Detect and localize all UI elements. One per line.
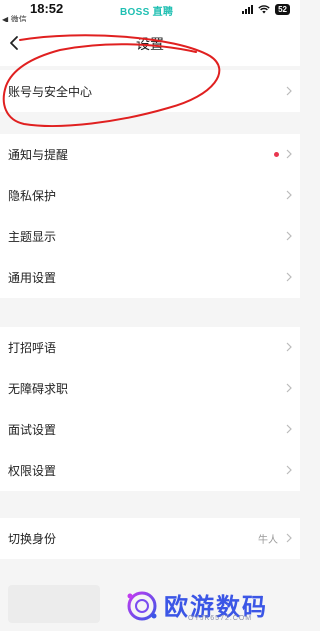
chevron-right-icon [286, 190, 292, 200]
identity-value: 牛人 [258, 535, 278, 546]
row-label: 通用设置 [8, 271, 57, 285]
settings-group-general: 通知与提醒 隐私保护 主题显示 通用设置 [0, 134, 300, 298]
row-general-settings[interactable]: 通用设置 [0, 257, 300, 298]
settings-group-jobseek: 打招呼语 无障碍求职 面试设置 权限设置 [0, 327, 300, 491]
chevron-right-icon [286, 465, 292, 475]
row-label: 通知与提醒 [8, 148, 69, 162]
status-carrier: BOSS 直聘 [120, 7, 174, 18]
nav-header: 设置 [0, 22, 300, 66]
settings-group-account: 账号与安全中心 [0, 70, 300, 112]
row-label: 主题显示 [8, 230, 57, 244]
row-theme[interactable]: 主题显示 [0, 216, 300, 257]
battery-icon: 52 [275, 4, 290, 15]
row-interview-settings[interactable]: 面试设置 [0, 409, 300, 450]
row-label: 无障碍求职 [8, 382, 69, 396]
chevron-right-icon [286, 149, 292, 159]
row-label: 打招呼语 [8, 341, 57, 355]
row-permissions[interactable]: 权限设置 [0, 450, 300, 491]
row-accessibility[interactable]: 无障碍求职 [0, 368, 300, 409]
wifi-icon [258, 5, 270, 14]
row-label: 隐私保护 [8, 189, 57, 203]
signal-icon [242, 5, 254, 14]
chevron-right-icon [286, 342, 292, 352]
watermark: 欧游数码 OYJK6572.COM [124, 586, 284, 628]
status-icons: 52 [242, 4, 290, 15]
row-privacy[interactable]: 隐私保护 [0, 175, 300, 216]
chevron-right-icon [286, 424, 292, 434]
chevron-right-icon [286, 533, 292, 543]
row-switch-identity[interactable]: 切换身份 牛人 [0, 518, 300, 559]
status-bar: 18:52 BOSS 直聘 ◀ 微信 52 [0, 0, 300, 24]
watermark-url: OYJK6572.COM [188, 615, 253, 622]
bottom-placeholder [8, 585, 100, 623]
row-label: 切换身份 [8, 532, 57, 546]
notification-dot [274, 152, 279, 157]
row-account-security[interactable]: 账号与安全中心 [0, 70, 300, 112]
status-time: 18:52 [30, 1, 64, 16]
row-notifications[interactable]: 通知与提醒 [0, 134, 300, 175]
row-label: 账号与安全中心 [8, 84, 93, 99]
chevron-right-icon [286, 86, 292, 96]
page-title: 设置 [136, 37, 164, 53]
row-label: 面试设置 [8, 423, 57, 437]
settings-group-identity: 切换身份 牛人 [0, 518, 300, 559]
chevron-right-icon [286, 231, 292, 241]
chevron-right-icon [286, 272, 292, 282]
watermark-logo-icon [127, 591, 157, 621]
chevron-right-icon [286, 383, 292, 393]
row-greeting[interactable]: 打招呼语 [0, 327, 300, 368]
row-label: 权限设置 [8, 464, 57, 478]
